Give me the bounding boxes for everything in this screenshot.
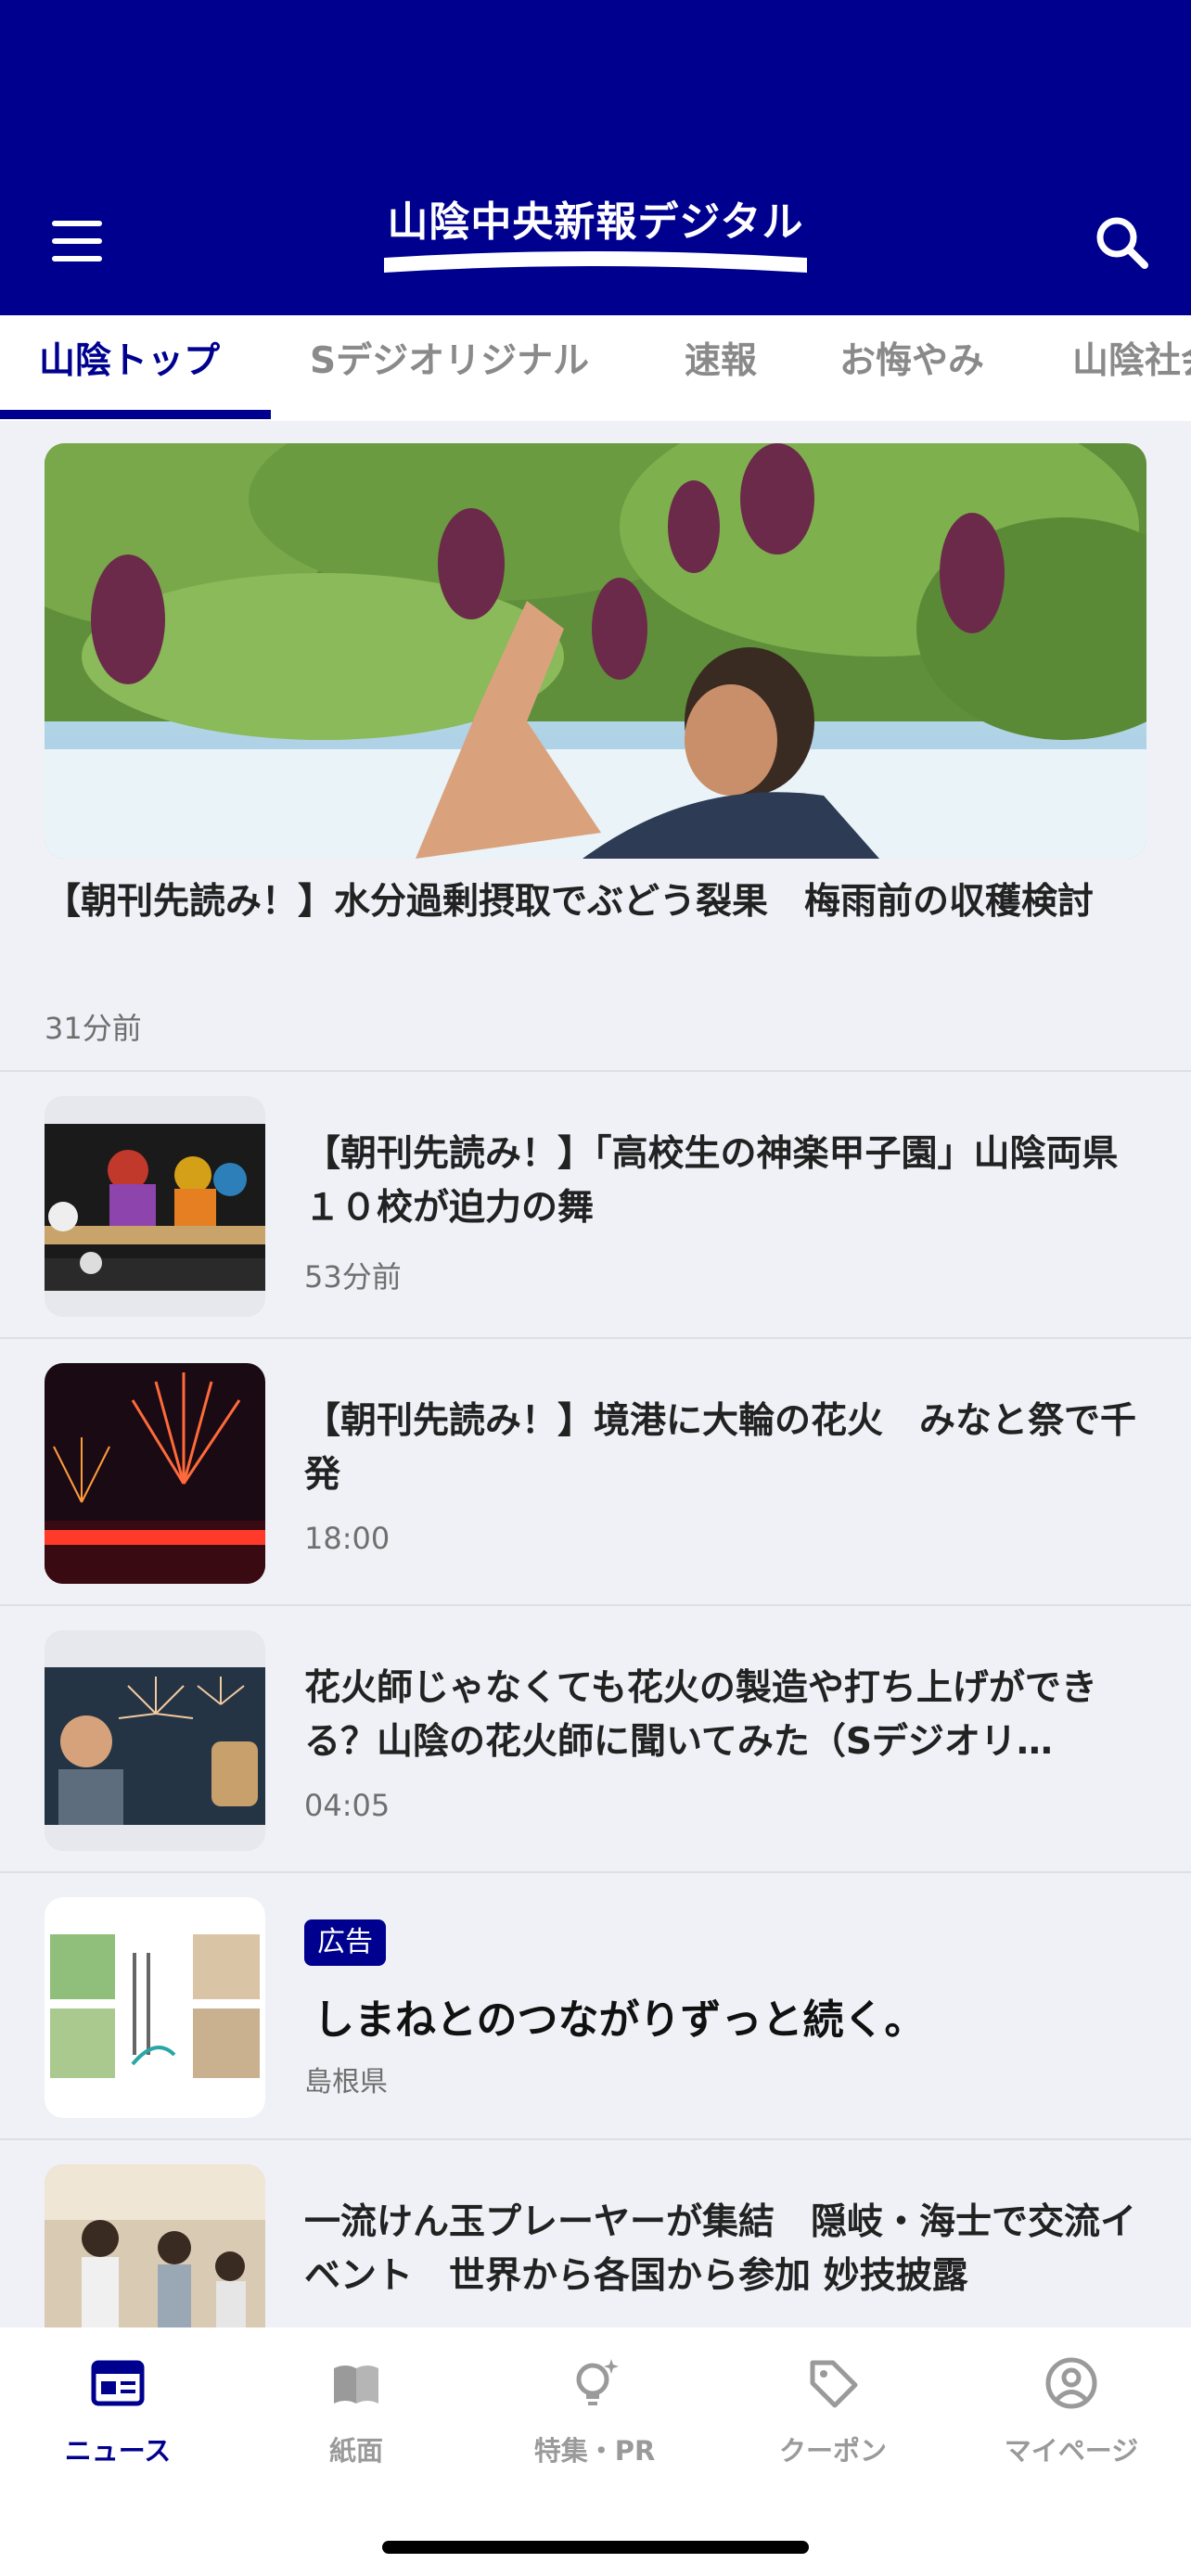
article-time: 04:05 (304, 1788, 391, 1823)
hero-article[interactable]: 【朝刊先読み！】水分過剰摂取でぶどう裂果 梅雨前の収穫検討 31分前 (0, 421, 1191, 1072)
active-tab-indicator (0, 410, 271, 419)
bottom-navigation: ニュース 紙面 特集・PR クーポン マイページ (0, 2327, 1191, 2576)
tag-icon (810, 2360, 858, 2408)
menu-icon[interactable] (37, 204, 117, 278)
app-logo[interactable]: 山陰中央新報デジタル (380, 197, 811, 280)
hero-time: 31分前 (45, 1011, 142, 1046)
tab-sdeji-original[interactable]: Sデジオリジナル (310, 315, 589, 421)
user-icon (1045, 2357, 1097, 2409)
nav-news-label: ニュース (64, 2435, 172, 2467)
article-row[interactable]: 【朝刊先読み！】境港に大輪の花火 みなと祭で千発 18:00 (0, 1339, 1191, 1606)
article-row[interactable]: 花火師じゃなくても花火の製造や打ち上げができる？山陰の花火師に聞いてみた（Sデジ… (0, 1606, 1191, 1873)
nav-paper-label: 紙面 (328, 2435, 383, 2467)
book-icon (334, 2366, 378, 2404)
tab-breaking[interactable]: 速報 (685, 315, 757, 421)
ad-row[interactable]: 広告 しまねとのつながりずっと続く。 島根県 (0, 1873, 1191, 2140)
nav-features[interactable]: 特集・PR (502, 2355, 687, 2476)
ad-thumbnail (45, 1897, 265, 2118)
article-time: 18:00 (304, 1521, 391, 1556)
nav-mypage-label: マイページ (1004, 2435, 1139, 2467)
ad-badge: 広告 (304, 1919, 386, 1966)
logo-text: 山陰中央新報デジタル (387, 198, 804, 246)
logo-swoosh (384, 251, 807, 273)
article-title: 一流けん玉プレーヤーが集結 隠岐・海士で交流イベント 世界から各国から参加 妙技… (304, 2201, 1137, 2297)
article-thumbnail (45, 1096, 265, 1317)
article-row[interactable]: 一流けん玉プレーヤーが集結 隠岐・海士で交流イベント 世界から各国から参加 妙技… (0, 2140, 1191, 2327)
tab-obituaries[interactable]: お悔やみ (839, 315, 984, 421)
nav-paper[interactable]: 紙面 (263, 2355, 449, 2476)
nav-coupon-label: クーポン (778, 2435, 887, 2467)
lightbulb-icon (576, 2359, 619, 2405)
nav-mypage[interactable]: マイページ (979, 2355, 1164, 2476)
home-indicator (382, 2541, 809, 2554)
search-icon[interactable] (1085, 206, 1159, 280)
nav-coupon[interactable]: クーポン (740, 2355, 926, 2476)
article-row[interactable]: 【朝刊先読み！】「高校生の神楽甲子園」山陰両県１０校が迫力の舞 53分前 (0, 1072, 1191, 1339)
article-thumbnail (45, 1363, 265, 1584)
nav-news[interactable]: ニュース (25, 2355, 211, 2476)
tab-sanin-society[interactable]: 山陰社会 (1072, 315, 1191, 421)
article-title: 【朝刊先読み！】境港に大輪の花火 みなと祭で千発 (304, 1400, 1137, 1496)
article-thumbnail (45, 1630, 265, 1851)
article-thumbnail (45, 2164, 265, 2327)
hero-image (45, 443, 1146, 859)
article-title: 花火師じゃなくても花火の製造や打ち上げができる？山陰の花火師に聞いてみた（Sデジ… (304, 1667, 1097, 1763)
news-icon (91, 2360, 145, 2406)
nav-features-label: 特集・PR (533, 2435, 656, 2467)
hero-title: 【朝刊先読み！】水分過剰摂取でぶどう裂果 梅雨前の収穫検討 (45, 881, 1095, 923)
category-tabs: 山陰トップ Sデジオリジナル 速報 お悔やみ 山陰社会 (0, 315, 1191, 421)
article-time: 53分前 (304, 1259, 402, 1294)
ad-title: しまねとのつながりずっと続く。 (314, 1996, 926, 2044)
app-header: 山陰中央新報デジタル (0, 0, 1191, 315)
tab-sanin-top[interactable]: 山陰トップ (39, 315, 220, 421)
ad-sponsor: 島根県 (304, 2066, 388, 2098)
article-list: 【朝刊先読み！】水分過剰摂取でぶどう裂果 梅雨前の収穫検討 31分前 【朝刊先読… (0, 421, 1191, 2327)
article-title: 【朝刊先読み！】「高校生の神楽甲子園」山陰両県１０校が迫力の舞 (304, 1133, 1119, 1229)
